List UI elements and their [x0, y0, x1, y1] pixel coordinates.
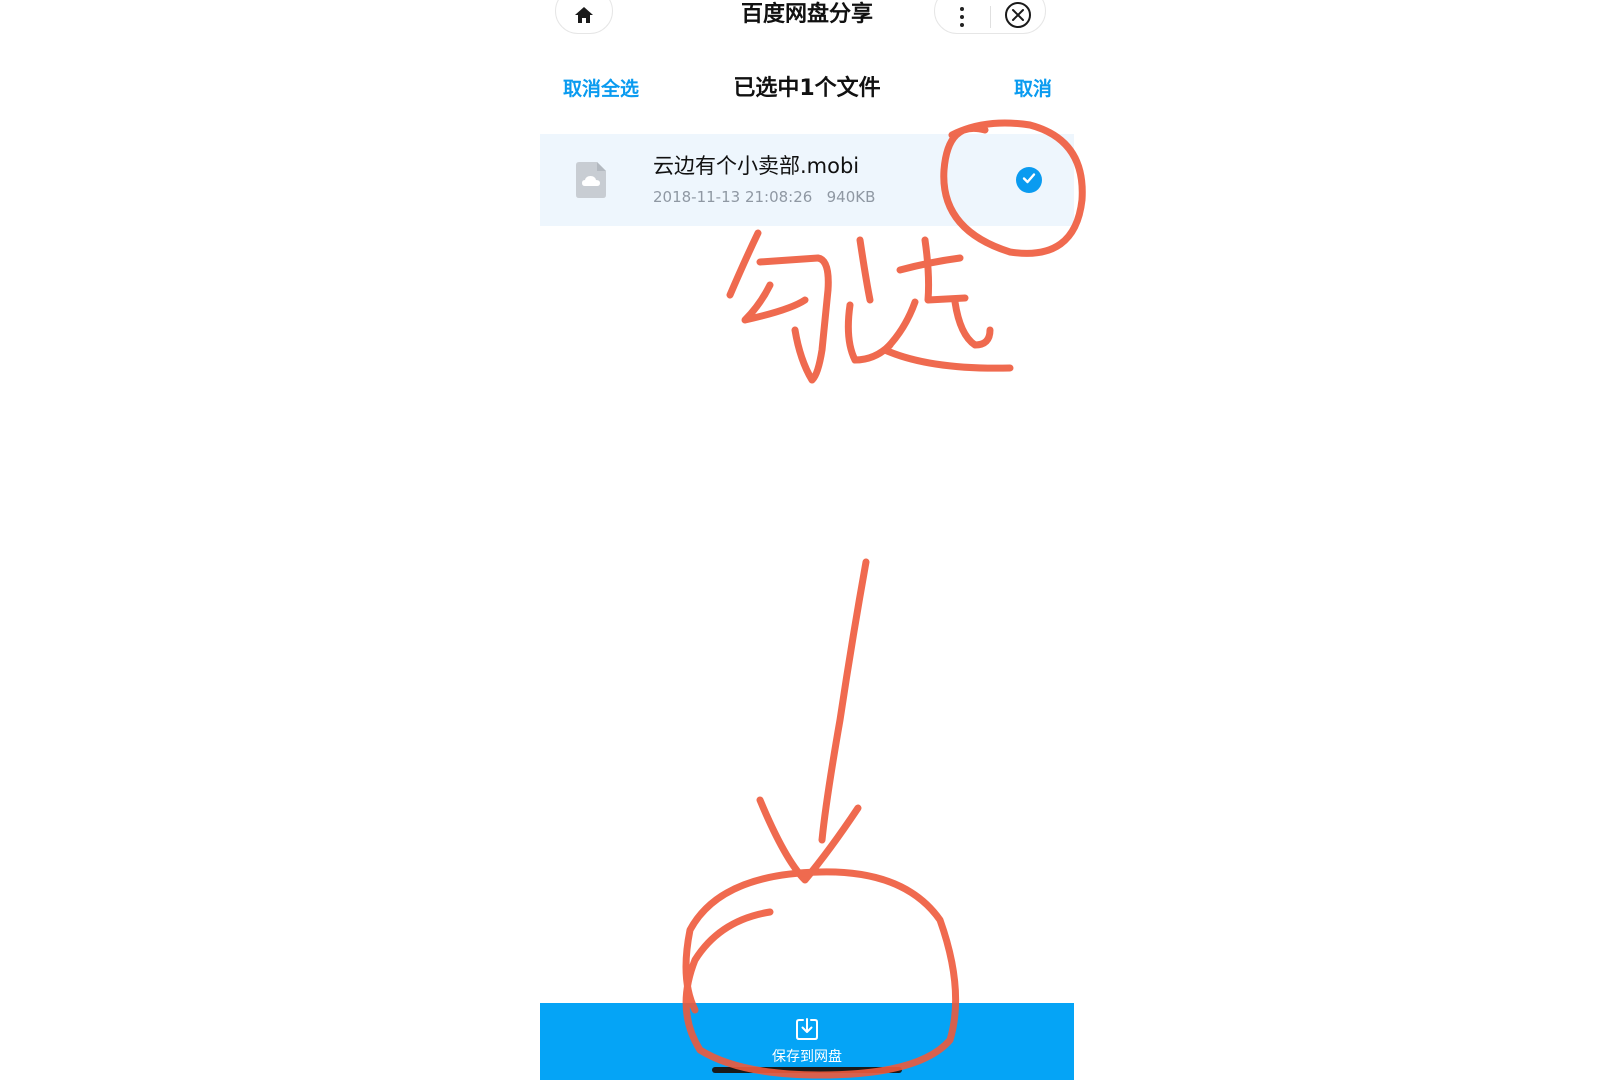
- screen: 百度网盘分享 取消全选 已选中1个文件 取消 云边有个小卖部.mobi 2018…: [0, 0, 1609, 1080]
- file-name: 云边有个小卖部.mobi: [653, 154, 860, 178]
- close-button[interactable]: [990, 1, 1045, 33]
- file-datetime: 2018-11-13 21:08:26: [653, 188, 813, 206]
- save-label: 保存到网盘: [772, 1049, 842, 1065]
- download-tray-icon: [795, 1017, 819, 1041]
- close-circle-icon: [1004, 1, 1032, 33]
- cloud-file-icon: [576, 162, 606, 198]
- capsule-menu: [934, 0, 1046, 34]
- file-meta: 2018-11-13 21:08:26 940KB: [653, 186, 875, 208]
- more-button[interactable]: [935, 1, 990, 33]
- selection-title: 已选中1个文件: [733, 76, 881, 101]
- file-size: 940KB: [826, 188, 876, 206]
- mini-program-page: 百度网盘分享 取消全选 已选中1个文件 取消 云边有个小卖部.mobi 2018…: [540, 0, 1074, 1080]
- selection-header: 取消全选 已选中1个文件 取消: [540, 72, 1074, 106]
- check-icon: [1021, 170, 1037, 190]
- file-row[interactable]: 云边有个小卖部.mobi 2018-11-13 21:08:26 940KB: [540, 134, 1074, 226]
- cancel-button[interactable]: 取消: [1014, 72, 1052, 106]
- more-dots-icon: [960, 7, 965, 27]
- home-indicator: [712, 1067, 902, 1073]
- file-checkbox[interactable]: [1016, 167, 1042, 193]
